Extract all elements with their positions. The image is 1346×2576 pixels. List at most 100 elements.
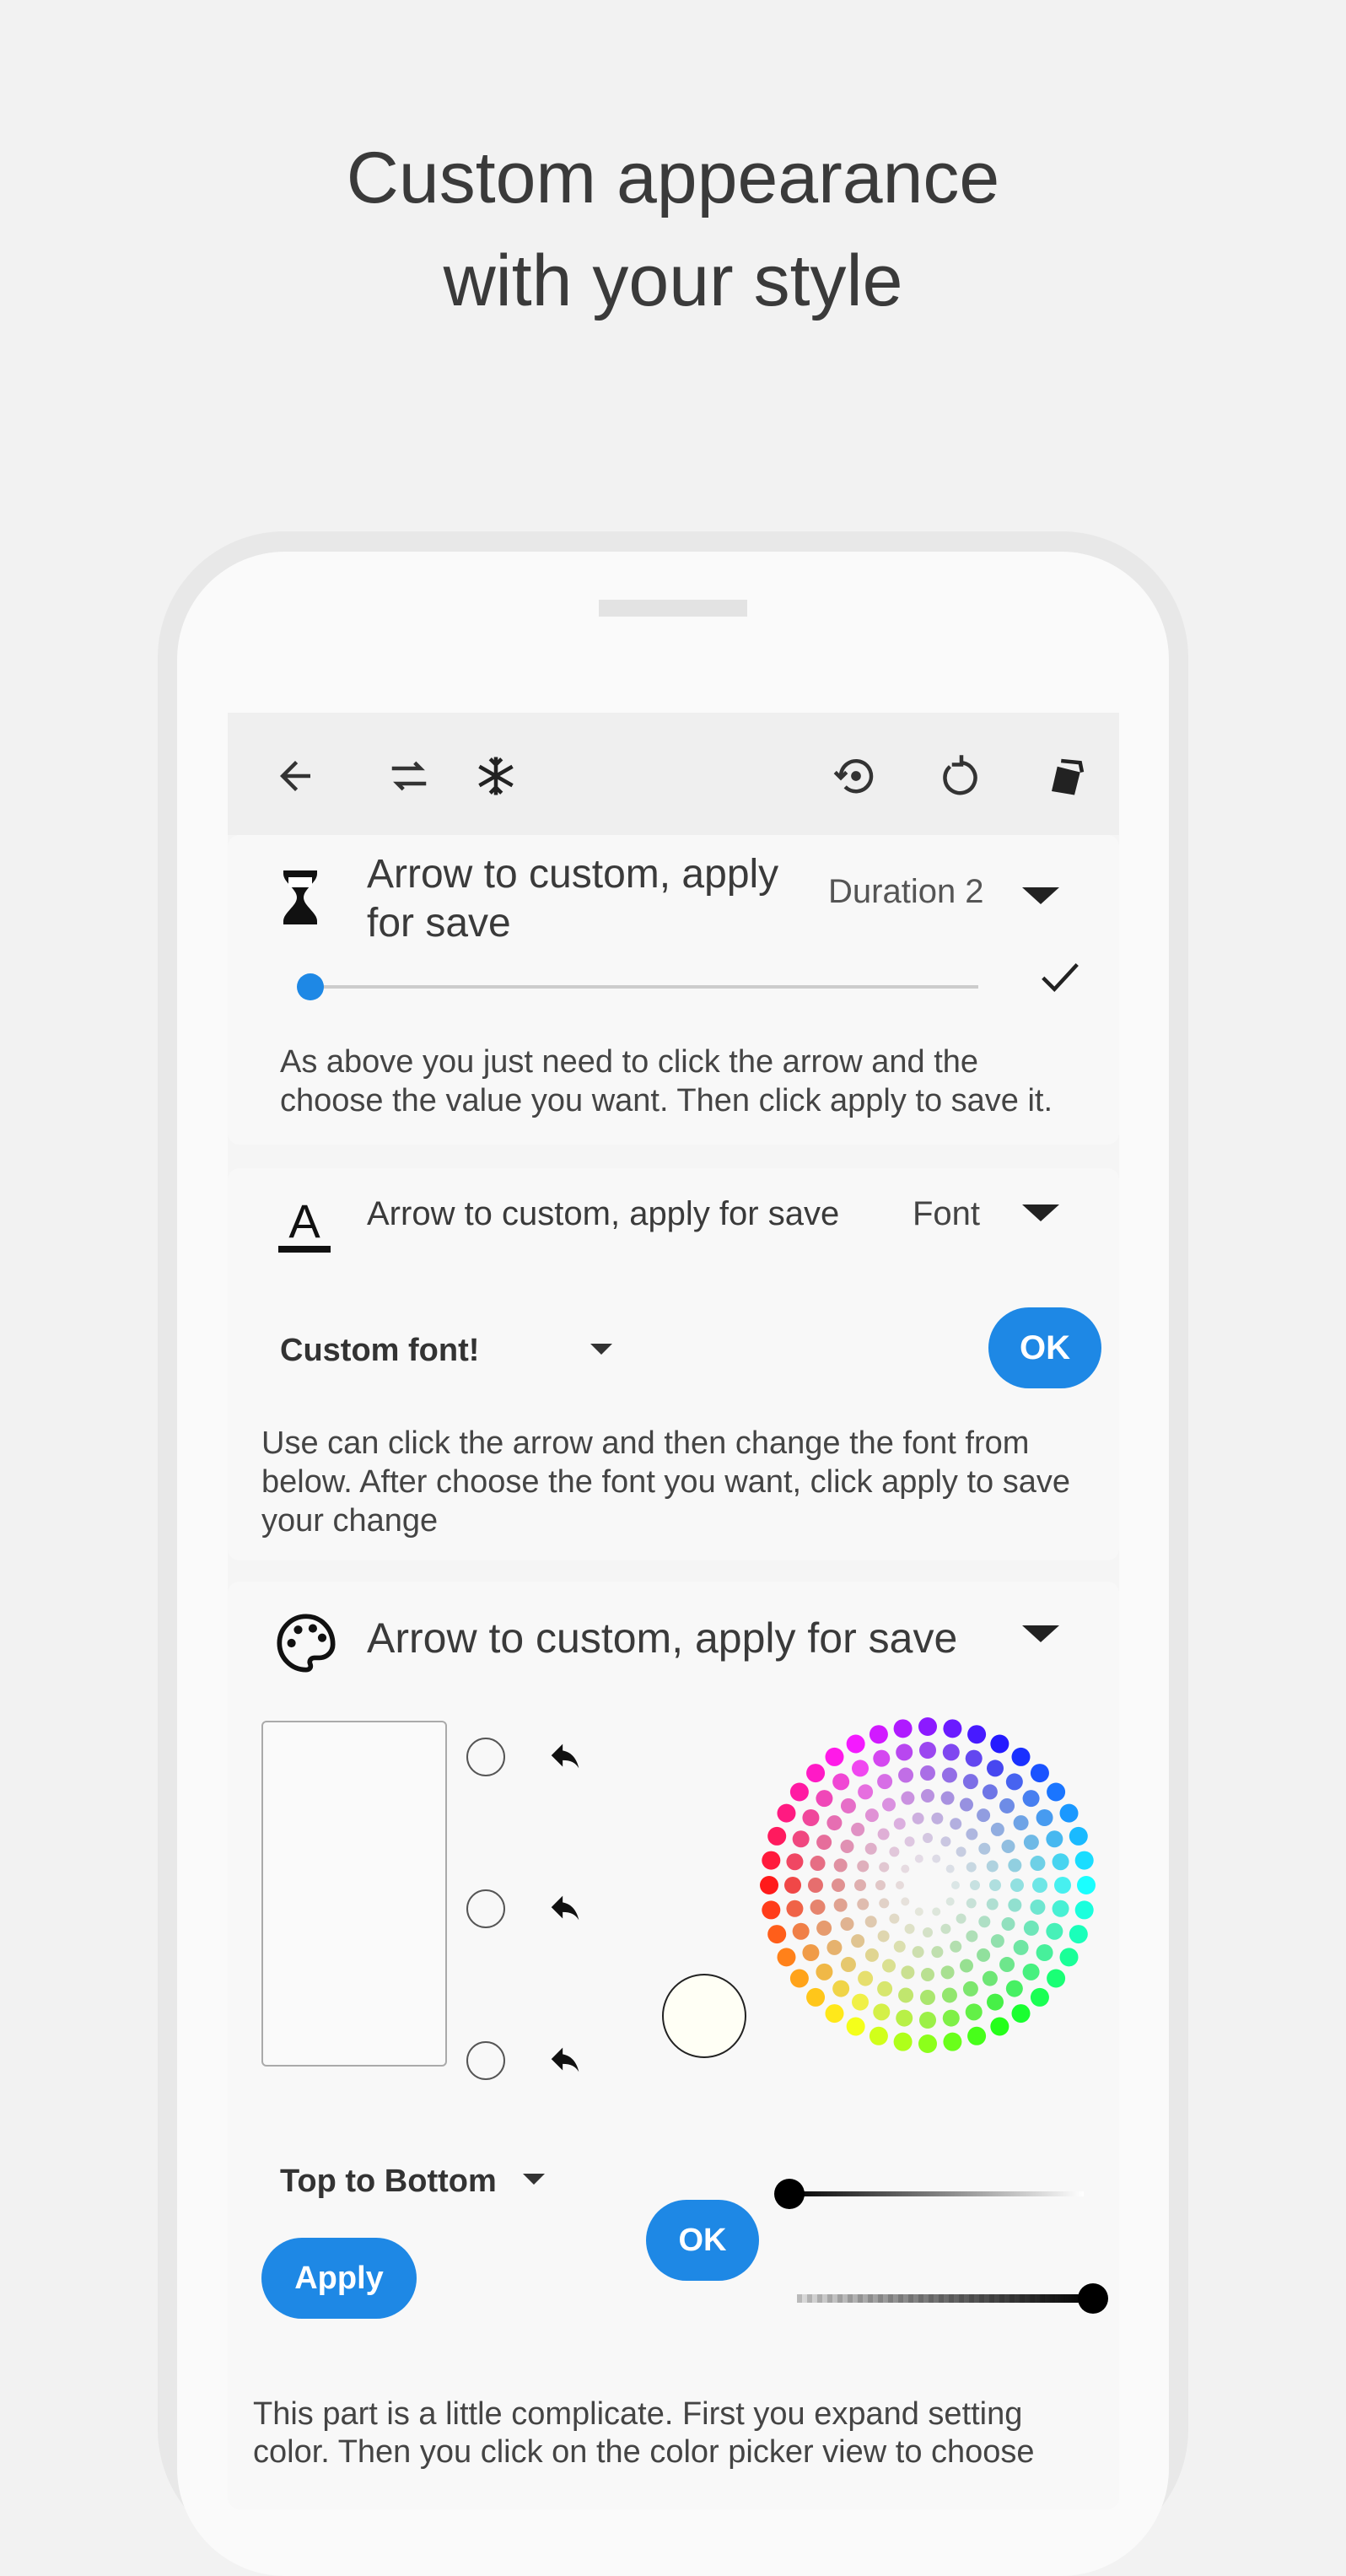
font-ok-button[interactable]: OK — [988, 1307, 1101, 1388]
color-wheel-dot — [1010, 1878, 1024, 1892]
color-wheel-dot — [1074, 1851, 1094, 1870]
color-wheel-dot — [802, 1944, 820, 1961]
gradient-stop-radio-2[interactable] — [466, 1889, 505, 1928]
color-wheel-dot — [1069, 1826, 1088, 1846]
color-wheel-dot — [932, 1907, 941, 1916]
refresh-icon[interactable] — [932, 746, 991, 806]
undo-icon[interactable] — [546, 1889, 585, 1928]
color-wheel-dot — [840, 1916, 854, 1931]
lightness-slider[interactable] — [789, 2191, 1084, 2196]
color-wheel-dot — [1052, 1853, 1069, 1871]
duration-expand-caret[interactable] — [1022, 887, 1059, 904]
alpha-slider[interactable] — [797, 2294, 1088, 2303]
font-value: Font — [913, 1195, 981, 1232]
headline: Custom appearance with your style — [0, 127, 1346, 332]
color-wheel-dot — [893, 2032, 913, 2051]
color-wheel-dot — [1022, 1790, 1040, 1808]
color-wheel-dot — [851, 1934, 865, 1948]
color-wheel-dot — [852, 1760, 869, 1777]
lightness-slider-thumb[interactable] — [774, 2179, 805, 2209]
hourglass-icon — [280, 867, 320, 928]
color-wheel-dot — [869, 1725, 888, 1744]
color-wheel-dot — [806, 1987, 826, 2007]
apply-button[interactable]: Apply — [261, 2238, 417, 2319]
undo-icon[interactable] — [546, 2041, 585, 2080]
gradient-direction-select[interactable]: Top to Bottom — [280, 2164, 497, 2200]
color-wheel-dot — [966, 1828, 978, 1840]
headline-line-1: Custom appearance — [346, 137, 1000, 218]
color-wheel-dot — [816, 1963, 833, 1981]
color-wheel-dot — [767, 1925, 787, 1944]
color-wheel-dot — [966, 1898, 977, 1909]
color-wheel-dot — [864, 1808, 879, 1823]
font-select[interactable]: Custom font! — [280, 1333, 479, 1369]
color-wheel-dot — [777, 1948, 796, 1967]
font-expand-caret[interactable] — [1022, 1204, 1059, 1221]
color-wheel-dot — [951, 1881, 960, 1889]
color-expand-caret[interactable] — [1022, 1625, 1059, 1642]
color-wheel-dot — [857, 1860, 870, 1873]
duration-slider-thumb[interactable] — [297, 973, 324, 1000]
color-wheel-dot — [940, 1836, 951, 1847]
color-wheel-dot — [1008, 1898, 1022, 1912]
color-wheel-dot — [826, 1939, 843, 1955]
color-wheel-dot — [806, 1764, 826, 1783]
color-wheel-dot — [877, 1774, 893, 1790]
color-wheel-dot — [873, 1749, 891, 1767]
back-arrow-icon[interactable] — [266, 746, 325, 806]
color-wheel-dot — [792, 1830, 810, 1848]
color-wheel-dot — [858, 1784, 874, 1800]
color-wheel[interactable] — [759, 1716, 1096, 2054]
color-wheel-dot — [898, 1987, 914, 2003]
color-wheel-dot — [846, 2017, 865, 2036]
color-wheel-dot — [966, 1930, 978, 1943]
color-wheel-dot — [877, 1828, 890, 1840]
font-select-caret[interactable] — [590, 1344, 612, 1355]
color-wheel-dot — [918, 1717, 937, 1736]
color-wheel-dot — [1054, 1877, 1071, 1894]
color-wheel-dot — [792, 1922, 810, 1940]
color-wheel-dot — [832, 1773, 850, 1791]
color-wheel-dot — [919, 1742, 936, 1759]
color-wheel-dot — [786, 1900, 804, 1917]
color-wheel-dot — [789, 1969, 809, 1988]
color-wheel-dot — [982, 1970, 998, 1986]
svg-text:A: A — [288, 1197, 320, 1248]
alpha-slider-thumb[interactable] — [1078, 2283, 1108, 2314]
selected-color-swatch[interactable] — [662, 1974, 746, 2058]
color-description: This part is a little complicate. First … — [253, 2396, 1035, 2470]
color-wheel-dot — [893, 1719, 913, 1738]
color-wheel-dot — [810, 1856, 826, 1872]
color-wheel-dot — [950, 1818, 962, 1830]
check-icon[interactable] — [1037, 953, 1083, 999]
color-wheel-dot — [965, 2003, 983, 2021]
swap-icon[interactable] — [380, 746, 439, 806]
color-wheel-dot — [990, 2017, 1010, 2036]
color-wheel-dot — [879, 1898, 890, 1909]
color-wheel-dot — [833, 1898, 848, 1912]
gradient-stop-radio-3[interactable] — [466, 2041, 505, 2080]
color-wheel-dot — [832, 1980, 850, 1997]
color-wheel-dot — [879, 1862, 890, 1873]
phone-speaker — [599, 600, 747, 617]
color-ok-button[interactable]: OK — [646, 2200, 759, 2281]
color-wheel-dot — [940, 1791, 955, 1805]
cards-icon[interactable] — [1037, 746, 1096, 806]
color-wheel-dot — [962, 1774, 978, 1790]
gradient-preview[interactable] — [261, 1721, 447, 2067]
gradient-direction-caret[interactable] — [523, 2174, 545, 2185]
color-wheel-dot — [784, 1877, 801, 1894]
palette-icon — [274, 1611, 338, 1675]
snowflake-icon[interactable] — [466, 746, 525, 806]
color-wheel-dot — [920, 1990, 935, 2005]
color-wheel-dot — [1001, 1840, 1015, 1854]
gradient-stop-radio-1[interactable] — [466, 1738, 505, 1776]
duration-slider-track[interactable] — [310, 985, 978, 989]
color-wheel-dot — [914, 1907, 923, 1916]
color-wheel-dot — [816, 1920, 832, 1936]
color-wheel-dot — [1013, 1939, 1029, 1955]
color-wheel-dot — [990, 1934, 1004, 1948]
history-icon[interactable] — [826, 746, 886, 806]
undo-icon[interactable] — [546, 1738, 585, 1776]
font-title: Arrow to custom, apply for save — [367, 1195, 840, 1232]
